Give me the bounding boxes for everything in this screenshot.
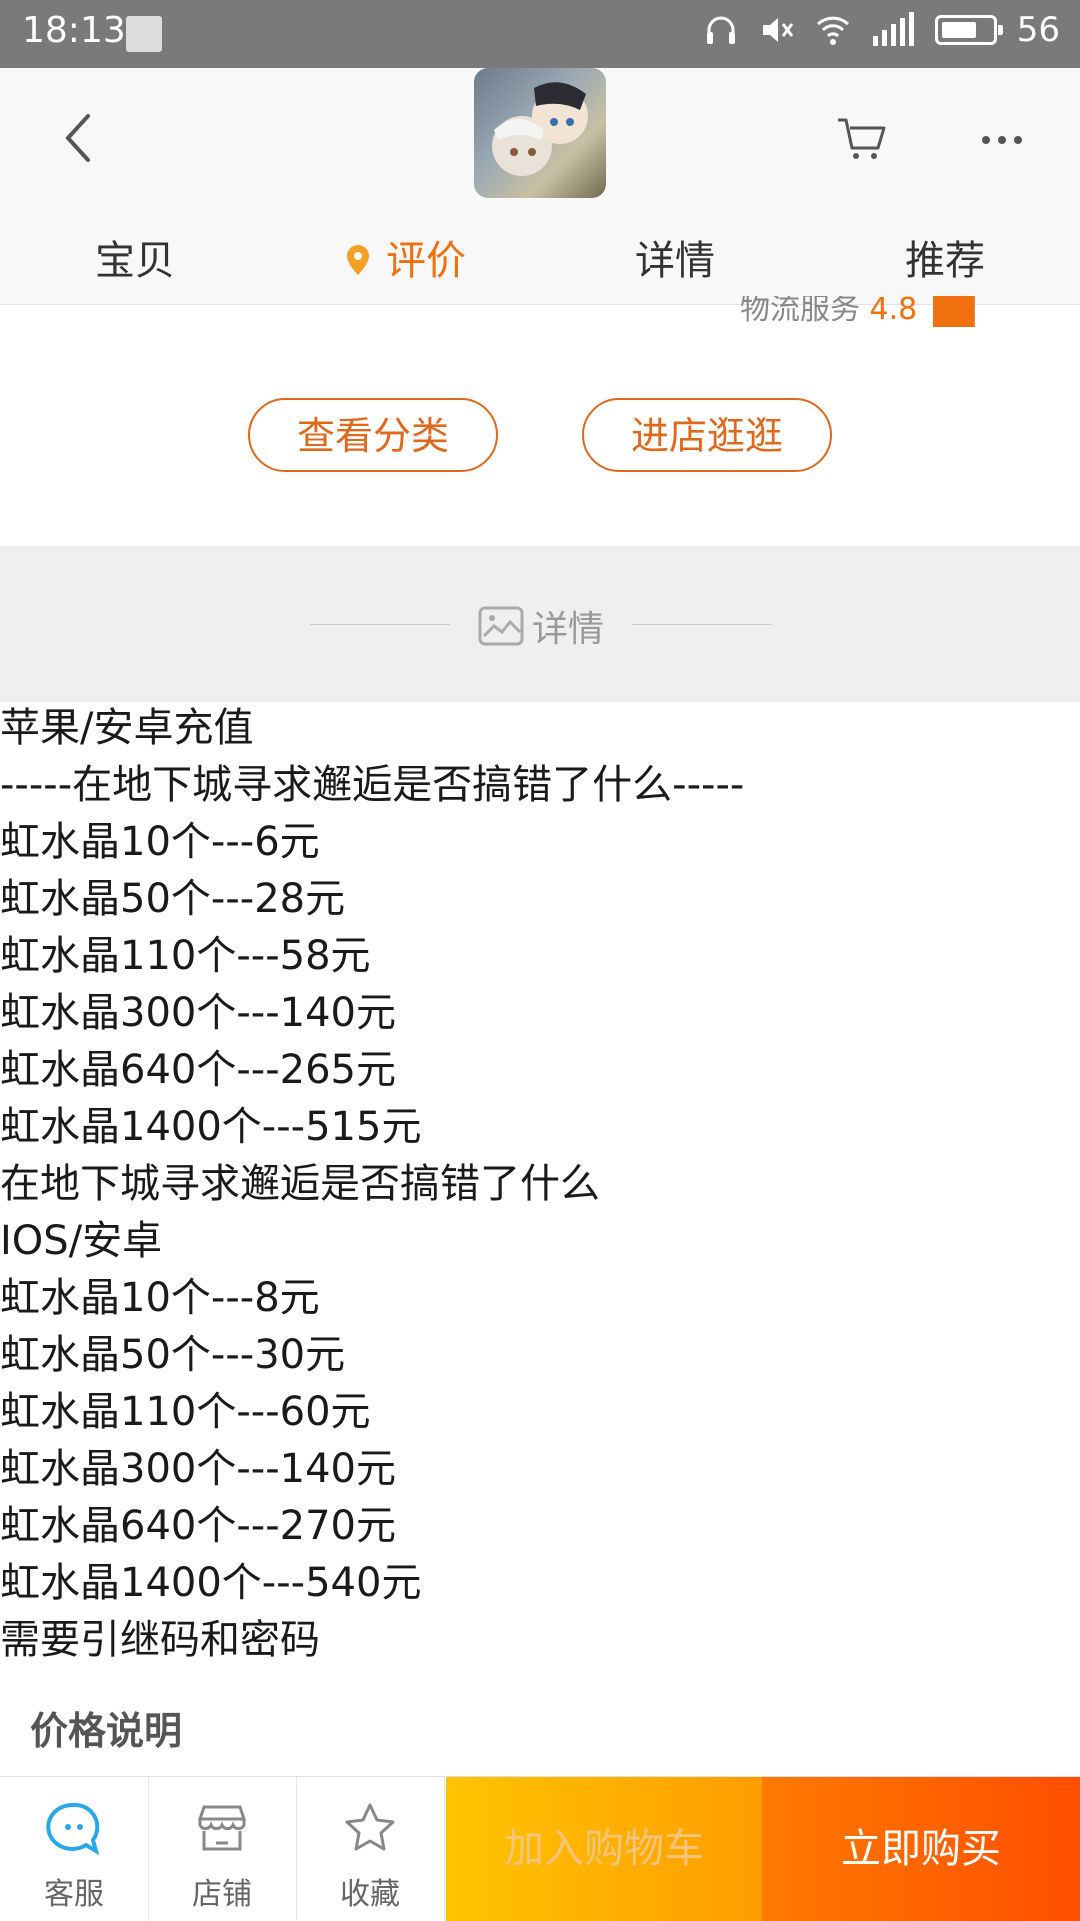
rating-score: 4.8 [869, 292, 918, 327]
description-line: 虹水晶50个---30元 [0, 1332, 346, 1378]
status-icons: 56 [703, 10, 1060, 50]
back-icon[interactable] [58, 108, 98, 168]
customer-service-label: 客服 [44, 1877, 104, 1912]
description-line: 虹水晶10个---6元 [0, 819, 320, 865]
status-time: 18:13 [22, 10, 126, 51]
shop-label: 店铺 [192, 1877, 252, 1912]
description-line: -----在地下城寻求邂逅是否搞错了什么----- [0, 762, 745, 808]
shop-avatar[interactable] [474, 68, 606, 198]
description-line: 虹水晶640个---270元 [0, 1503, 396, 1549]
tab-item[interactable]: 宝贝 [0, 218, 270, 304]
product-header: 宝贝 评价 详情 推荐 [0, 68, 1080, 305]
price-note-heading: 价格说明 [30, 1709, 183, 1753]
description-line: 虹水晶1400个---515元 [0, 1104, 422, 1150]
description-line: 虹水晶50个---28元 [0, 876, 346, 922]
description-line: 苹果/安卓充值 [0, 705, 254, 751]
description-line: 在地下城寻求邂逅是否搞错了什么 [0, 1161, 600, 1207]
view-category-button[interactable]: 查看分类 [248, 398, 498, 472]
tab-label: 详情 [635, 238, 715, 284]
tab-details[interactable]: 详情 [540, 218, 810, 304]
battery-icon [934, 15, 1003, 45]
description-line: 虹水晶1400个---540元 [0, 1560, 422, 1606]
tab-recommend[interactable]: 推荐 [810, 218, 1080, 304]
wifi-icon [816, 16, 849, 45]
product-description: 苹果/安卓充值 -----在地下城寻求邂逅是否搞错了什么----- 虹水晶10个… [0, 700, 1080, 1669]
description-line: 虹水晶110个---58元 [0, 933, 371, 979]
tab-bar: 宝贝 评价 详情 推荐 [0, 218, 1080, 304]
mute-icon [762, 18, 793, 42]
tab-reviews[interactable]: 评价 [270, 218, 540, 304]
chat-bubble-icon [46, 1802, 100, 1856]
status-bar: 18:13 56 [0, 0, 1080, 68]
notification-icon [126, 16, 162, 52]
details-label: 详情 [532, 609, 605, 650]
favorite-button[interactable]: 收藏 [296, 1777, 445, 1921]
description-line: IOS/安卓 [0, 1218, 163, 1264]
rating-badge [932, 296, 975, 327]
divider-line [632, 624, 772, 625]
description-line: 需要引继码和密码 [0, 1617, 320, 1663]
favorite-label: 收藏 [340, 1877, 400, 1912]
store-icon [197, 1805, 247, 1851]
cart-icon[interactable] [832, 108, 892, 168]
description-line: 虹水晶300个---140元 [0, 990, 396, 1036]
details-divider: 详情 [0, 546, 1080, 702]
signal-icon [872, 12, 914, 46]
battery-level: 56 [1016, 10, 1060, 50]
details-heading: 详情 [478, 600, 604, 652]
rating-label: 物流服务 [740, 292, 860, 327]
more-icon[interactable] [980, 120, 1024, 160]
shop-button[interactable]: 店铺 [148, 1777, 297, 1921]
location-pin-icon [347, 245, 369, 275]
image-icon [478, 606, 524, 646]
tab-label: 评价 [386, 238, 466, 284]
visit-store-button[interactable]: 进店逛逛 [582, 398, 832, 472]
add-to-cart-button[interactable]: 加入购物车 [446, 1777, 762, 1921]
description-line: 虹水晶640个---265元 [0, 1047, 396, 1093]
description-line: 虹水晶300个---140元 [0, 1446, 396, 1492]
description-line: 虹水晶10个---8元 [0, 1275, 320, 1321]
tab-label: 推荐 [905, 238, 985, 284]
headphones-icon [706, 16, 735, 44]
bottom-action-bar: 客服 店铺 收藏 加入购物车 立即购买 [0, 1776, 1080, 1921]
divider-line [310, 624, 450, 625]
description-line: 虹水晶110个---60元 [0, 1389, 371, 1435]
buy-now-button[interactable]: 立即购买 [762, 1777, 1080, 1921]
tab-label: 宝贝 [95, 238, 175, 284]
customer-service-button[interactable]: 客服 [0, 1777, 149, 1921]
star-icon [345, 1803, 395, 1851]
